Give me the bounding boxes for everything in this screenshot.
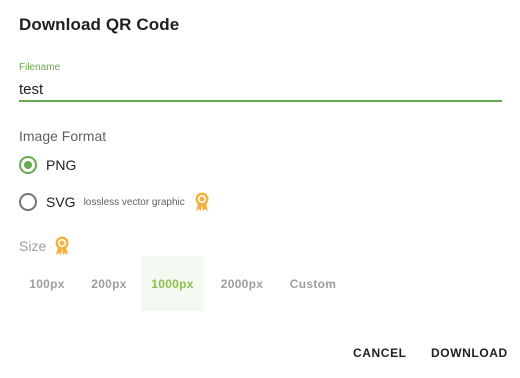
premium-badge-icon (54, 236, 70, 256)
download-button[interactable]: DOWNLOAD (431, 346, 508, 364)
format-option-png[interactable]: PNG (19, 154, 76, 176)
image-format-label: Image Format (19, 128, 107, 144)
filename-field: Filename (19, 60, 502, 103)
size-option-custom[interactable]: Custom (280, 256, 346, 311)
size-options: 100px 200px 1000px 2000px Custom (17, 256, 346, 311)
svg-note: lossless vector graphic (83, 196, 185, 208)
png-radio[interactable] (19, 156, 37, 174)
svg-radio[interactable] (19, 193, 37, 211)
size-option-1000px[interactable]: 1000px (141, 256, 204, 311)
size-label: Size (19, 238, 47, 254)
size-label-row: Size (19, 236, 70, 256)
size-option-200px[interactable]: 200px (77, 256, 141, 311)
cancel-button[interactable]: CANCEL (353, 346, 407, 364)
svg-label: SVG (46, 194, 76, 210)
filename-label: Filename (19, 62, 61, 73)
filename-underline (19, 100, 502, 102)
size-option-2000px[interactable]: 2000px (204, 256, 280, 311)
filename-input[interactable] (19, 78, 502, 100)
size-option-100px[interactable]: 100px (17, 256, 77, 311)
format-option-svg[interactable]: SVG lossless vector graphic (19, 191, 210, 213)
dialog-title: Download QR Code (19, 15, 180, 34)
premium-badge-icon (194, 192, 210, 212)
png-label: PNG (46, 157, 77, 173)
